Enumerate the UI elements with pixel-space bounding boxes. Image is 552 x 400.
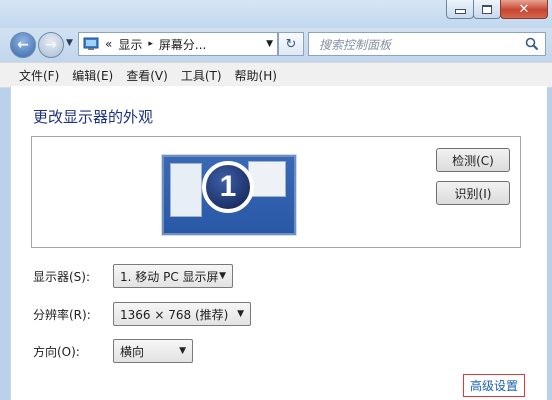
breadcrumb-overflow[interactable]: «: [105, 37, 112, 51]
close-icon: ✕: [518, 1, 530, 17]
resolution-label: 分辨率(R):: [33, 308, 91, 322]
control-panel-icon: [83, 37, 99, 50]
content-pane: 更改显示器的外观 1 检测(C) 识别(I) 显示器(S): 1. 移动 PC …: [10, 86, 547, 400]
detect-button[interactable]: 检测(C): [436, 148, 510, 172]
preview-window-right: [248, 161, 286, 197]
resolution-select[interactable]: 1366 × 768 (推荐) ▼: [113, 302, 251, 326]
dropdown-arrow-icon: ▼: [237, 309, 244, 319]
refresh-button[interactable]: ↻: [278, 32, 304, 56]
resolution-select-value: 1366 × 768 (推荐): [120, 307, 229, 322]
monitor-number: 1: [219, 170, 237, 203]
breadcrumb-separator[interactable]: ▸: [148, 39, 153, 49]
monitor-thumbnail[interactable]: 1: [162, 155, 296, 235]
minimize-icon: [454, 9, 466, 14]
recent-pages-dropdown-icon[interactable]: ▼: [66, 38, 73, 48]
page-title: 更改显示器的外观: [33, 108, 154, 126]
back-arrow-icon: ←: [17, 37, 29, 53]
search-box[interactable]: 搜索控制面板: [308, 32, 546, 56]
breadcrumb-display[interactable]: 显示: [118, 36, 142, 53]
display-select-value: 1. 移动 PC 显示屏: [120, 269, 219, 284]
dropdown-arrow-icon: ▼: [179, 346, 186, 356]
address-bar[interactable]: « 显示 ▸ 屏幕分... ▼: [78, 32, 278, 56]
address-dropdown-icon[interactable]: ▼: [266, 39, 273, 49]
back-button[interactable]: ←: [10, 32, 36, 58]
orientation-select-value: 横向: [120, 344, 145, 359]
forward-arrow-icon: →: [45, 37, 57, 53]
window-title-bar: ✕: [0, 0, 552, 28]
menu-tools[interactable]: 工具(T): [174, 67, 228, 84]
display-label: 显示器(S):: [33, 270, 91, 284]
display-select[interactable]: 1. 移动 PC 显示屏 ▼: [113, 264, 233, 288]
identify-button[interactable]: 识别(I): [436, 181, 510, 205]
navigation-bar: ← → ▼ « 显示 ▸ 屏幕分... ▼ ↻ 搜索控制面板: [0, 28, 552, 62]
close-button[interactable]: ✕: [500, 0, 548, 19]
orientation-select[interactable]: 横向 ▼: [113, 339, 193, 363]
display-preview: 1 检测(C) 识别(I): [31, 136, 521, 248]
menu-edit[interactable]: 编辑(E): [65, 67, 119, 84]
minimize-button[interactable]: [446, 0, 474, 19]
maximize-button[interactable]: [473, 0, 501, 19]
search-input[interactable]: 搜索控制面板: [319, 36, 525, 53]
menu-file[interactable]: 文件(F): [12, 67, 65, 84]
search-icon[interactable]: [525, 37, 539, 51]
forward-button[interactable]: →: [38, 32, 64, 58]
monitor-number-badge: 1: [202, 161, 254, 213]
menu-view[interactable]: 查看(V): [119, 67, 174, 84]
orientation-label: 方向(O):: [33, 345, 80, 359]
advanced-settings-link[interactable]: 高级设置: [463, 374, 526, 397]
preview-window-left: [170, 163, 202, 217]
menu-help[interactable]: 帮助(H): [228, 67, 283, 84]
dropdown-arrow-icon: ▼: [219, 271, 226, 281]
breadcrumb-screen-resolution[interactable]: 屏幕分...: [159, 36, 206, 53]
maximize-icon: [482, 4, 492, 14]
menu-bar: 文件(F) 编辑(E) 查看(V) 工具(T) 帮助(H): [0, 62, 552, 88]
refresh-icon: ↻: [285, 36, 297, 52]
